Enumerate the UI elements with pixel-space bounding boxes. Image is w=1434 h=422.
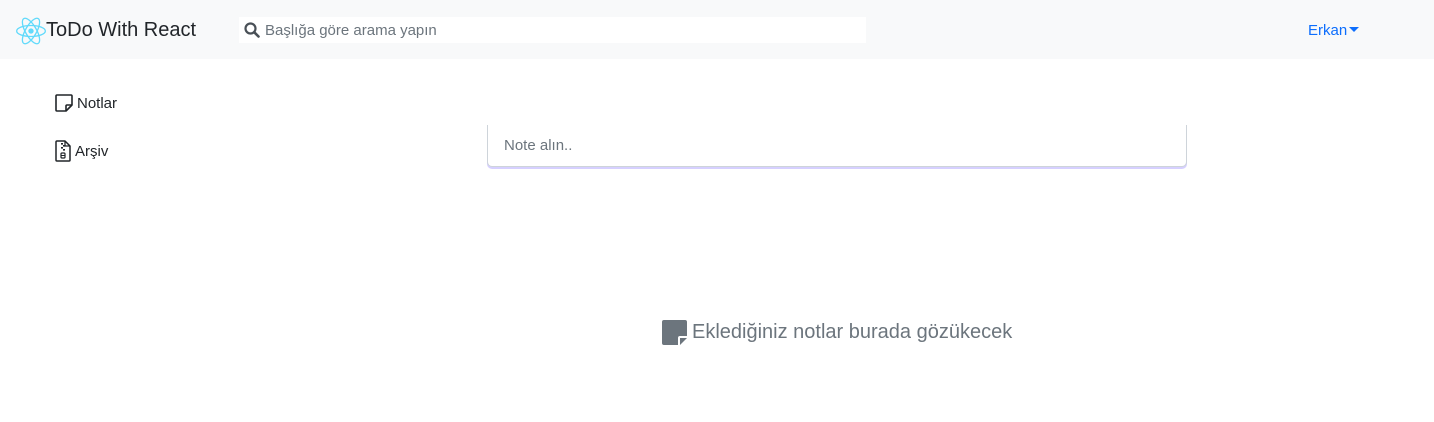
brand-link[interactable]: ToDo With React [16,16,196,46]
sidebar-item-label: Arşiv [75,142,109,160]
caret-down-icon [1349,27,1360,32]
sidebar-item-notlar[interactable]: Notlar [54,91,117,115]
user-name: Erkan [1308,21,1348,39]
react-logo-icon [16,17,46,45]
search-box[interactable] [239,17,866,43]
sidebar-item-label: Notlar [77,94,118,112]
sticky-note-icon [662,319,687,345]
navbar: ToDo With React Erkan [0,0,1434,59]
empty-state-message: Eklediğiniz notlar burada gözükecek [692,320,1013,343]
note-input-container [487,125,1187,167]
user-dropdown[interactable]: Erkan [1308,20,1360,40]
search-icon [239,17,265,43]
archive-file-icon [55,140,71,162]
empty-state: Eklediğiniz notlar burada gözükecek [662,319,1012,345]
search-input[interactable] [265,17,855,43]
sidebar-item-arsiv[interactable]: Arşiv [54,139,108,163]
sticky-note-icon [55,94,73,112]
brand-title: ToDo With React [46,19,197,41]
note-input[interactable] [488,125,1186,166]
